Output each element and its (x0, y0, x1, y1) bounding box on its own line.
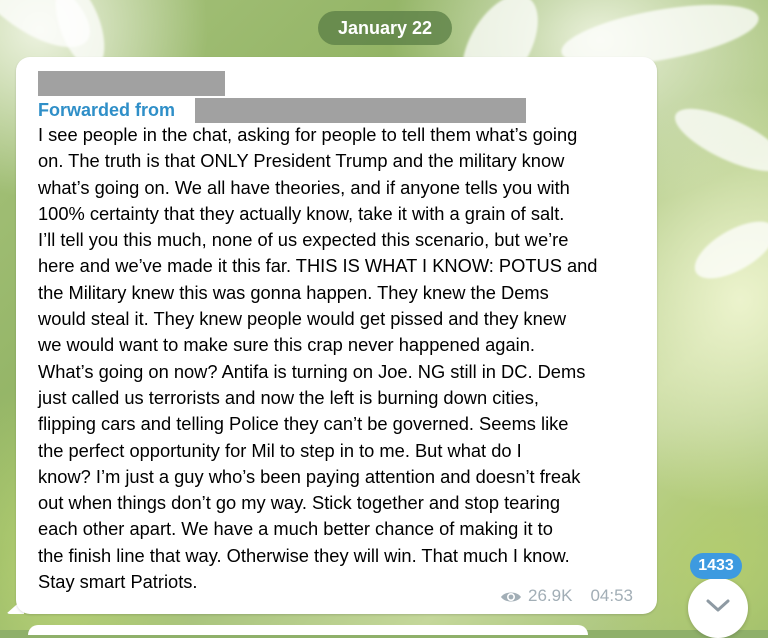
redacted-sender-name (38, 71, 225, 96)
view-count: 26.9K (528, 586, 573, 605)
message-line: just called us terrorists and now the le… (38, 386, 539, 408)
chevron-down-icon (705, 598, 731, 618)
message-line: each other apart. We have a much better … (38, 518, 553, 540)
message-text: I see people in the chat, asking for peo… (38, 122, 650, 595)
wallpaper-petal (667, 96, 768, 184)
message-line: the Military knew this was gonna happen.… (38, 281, 549, 303)
message-line: the perfect opportunity for Mil to step … (38, 439, 522, 461)
message-line: What’s going on now? Antifa is turning o… (38, 360, 586, 382)
wallpaper-petal (686, 210, 768, 290)
message-time: 04:53 (590, 586, 633, 605)
message-line: here and we’ve made it this far. THIS IS… (38, 255, 598, 277)
message-line: out when things don’t go my way. Stick t… (38, 492, 560, 514)
message-line: I see people in the chat, asking for peo… (38, 124, 578, 145)
scroll-to-bottom-button[interactable] (688, 578, 748, 638)
next-message-bubble[interactable] (28, 625, 588, 635)
eye-icon (500, 589, 522, 603)
message-line: the finish line that way. Otherwise they… (38, 544, 570, 566)
message-line: on. The truth is that ONLY President Tru… (38, 150, 565, 172)
date-label: January 22 (337, 17, 433, 38)
message-line: would steal it. They knew people would g… (38, 308, 567, 330)
redacted-forward-source (195, 98, 526, 123)
message-line: know? I’m just a guy who’s been paying a… (38, 465, 581, 487)
message-line: I’ll tell you this much, none of us expe… (38, 229, 569, 251)
forwarded-from-label[interactable]: Forwarded from (38, 98, 175, 122)
date-separator: January 22 (318, 11, 452, 45)
message-line: we would want to make sure this crap nev… (38, 334, 535, 356)
message-line: what’s going on. We all have theories, a… (38, 176, 570, 198)
unread-count-badge: 1433 (690, 553, 742, 579)
message-line: 100% certainty that they actually know, … (38, 202, 565, 224)
message-line: flipping cars and telling Police they ca… (38, 413, 569, 435)
message-meta: 26.9K 04:53 (500, 586, 633, 606)
